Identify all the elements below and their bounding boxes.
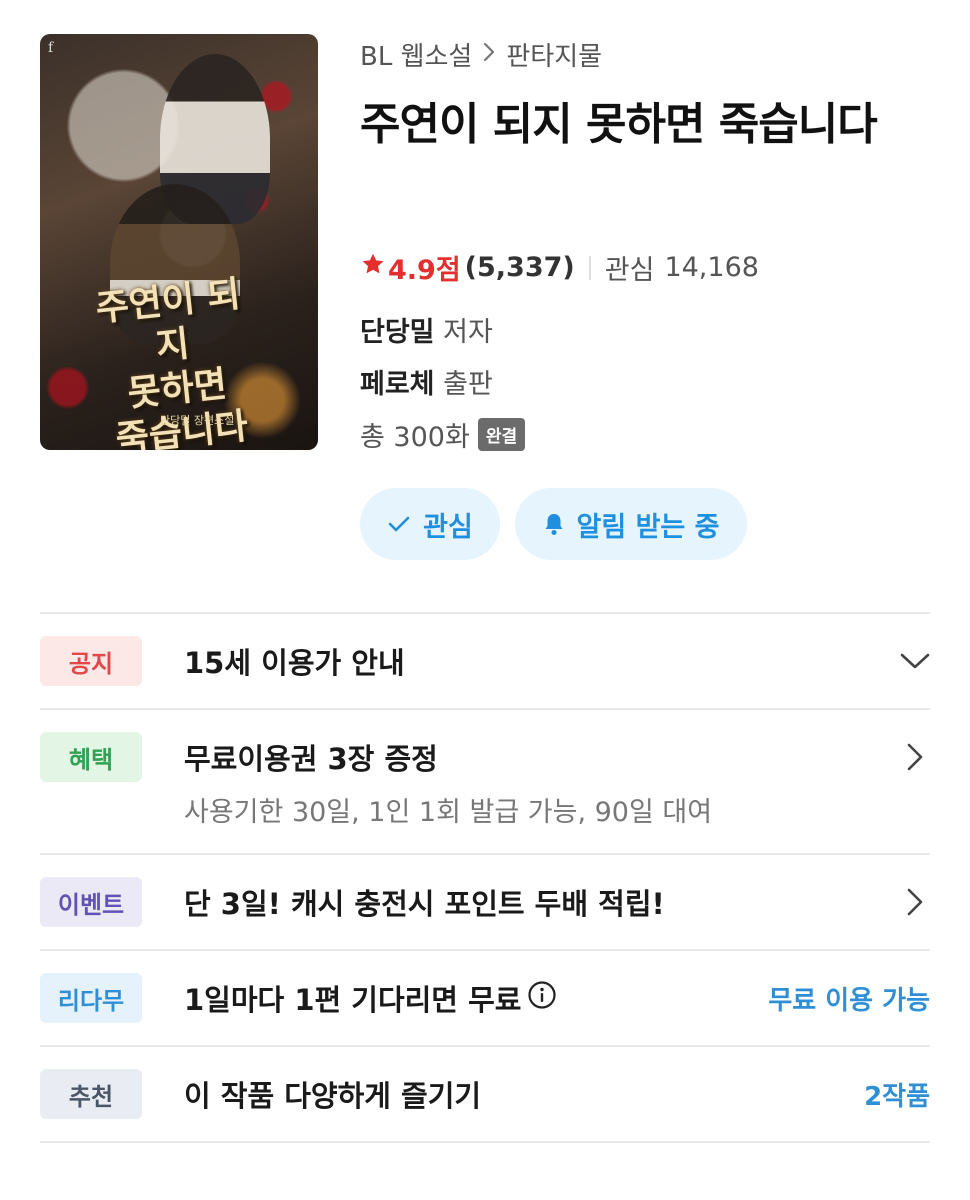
page-title: 주연이 되지 못하면 죽습니다 [360,99,878,150]
interest-count: 14,168 [664,252,759,283]
star-icon [360,251,386,284]
publisher-role: 출판 [443,369,493,400]
benefit-text: 무료이용권 3장 증정 [184,742,438,776]
chevron-right-icon [482,41,496,69]
author-role: 저자 [443,317,493,348]
event-tag: 이벤트 [40,877,142,927]
wait-free-text: 1일마다 1편 기다리면 무료 [184,983,522,1017]
check-icon [387,514,411,534]
notice-row[interactable]: 공지 15세 이용가 안내 [40,614,930,710]
recommend-count[interactable]: 2작품 [864,1076,930,1113]
publisher-name[interactable]: 페로체 [360,369,435,400]
info-icon[interactable] [527,980,557,1017]
episode-count: 총 300화 [360,422,470,453]
benefit-subtext: 사용기한 30일, 1인 1회 발급 가능, 90일 대여 [184,797,713,828]
info-list: 공지 15세 이용가 안내 혜택 무료이용권 3장 증정 사용기한 30일, 1… [40,612,930,1143]
book-cover-image[interactable]: f 주연이 되지 못하면 죽습니다 단당밀 장편소설 [40,34,318,450]
breadcrumb-genre[interactable]: 판타지물 [506,36,602,73]
author-name[interactable]: 단당밀 [360,317,435,348]
event-row[interactable]: 이벤트 단 3일! 캐시 충전시 포인트 두배 적립! [40,855,930,951]
notice-text: 15세 이용가 안내 [184,646,405,680]
breadcrumb: BL 웹소설 판타지물 [360,36,602,73]
interest-button[interactable]: 관심 [360,488,500,560]
publisher-line: 페로체 출판 [360,362,493,401]
recommend-tag: 추천 [40,1069,142,1119]
alarm-button[interactable]: 알림 받는 중 [515,488,747,560]
notice-tag: 공지 [40,636,142,686]
recommend-row[interactable]: 추천 이 작품 다양하게 즐기기 2작품 [40,1047,930,1143]
chevron-right-icon[interactable] [900,887,930,917]
author-line: 단당밀 저자 [360,310,493,349]
benefit-tag: 혜택 [40,732,142,782]
wait-free-text-wrap: 1일마다 1편 기다리면 무료 [184,977,768,1019]
status-badge: 완결 [477,418,526,451]
episodes-line: 총 300화 완결 [360,415,526,454]
divider [588,255,591,280]
chevron-down-icon[interactable] [900,646,930,676]
wait-free-row[interactable]: 리다무 1일마다 1편 기다리면 무료 무료 이용 가능 [40,951,930,1047]
bell-icon [543,512,565,536]
rating-line: 4.9점 (5,337) 관심 14,168 [360,248,759,287]
interest-button-label: 관심 [423,511,473,543]
wait-free-tag: 리다무 [40,973,142,1023]
rating-count: (5,337) [464,252,575,283]
event-text: 단 3일! 캐시 충전시 포인트 두배 적립! [184,887,665,921]
breadcrumb-category[interactable]: BL 웹소설 [360,36,472,73]
alarm-button-label: 알림 받는 중 [576,511,720,543]
interest-label: 관심 [604,255,655,286]
recommend-text: 이 작품 다양하게 즐기기 [184,1079,482,1113]
chevron-right-icon[interactable] [900,742,930,772]
cover-logo: f [48,40,54,56]
benefit-row[interactable]: 혜택 무료이용권 3장 증정 사용기한 30일, 1인 1회 발급 가능, 90… [40,710,930,855]
wait-free-status[interactable]: 무료 이용 가능 [768,980,930,1017]
rating-score: 4.9점 [388,255,461,286]
cover-author-text: 단당밀 장편소설 [160,414,235,427]
